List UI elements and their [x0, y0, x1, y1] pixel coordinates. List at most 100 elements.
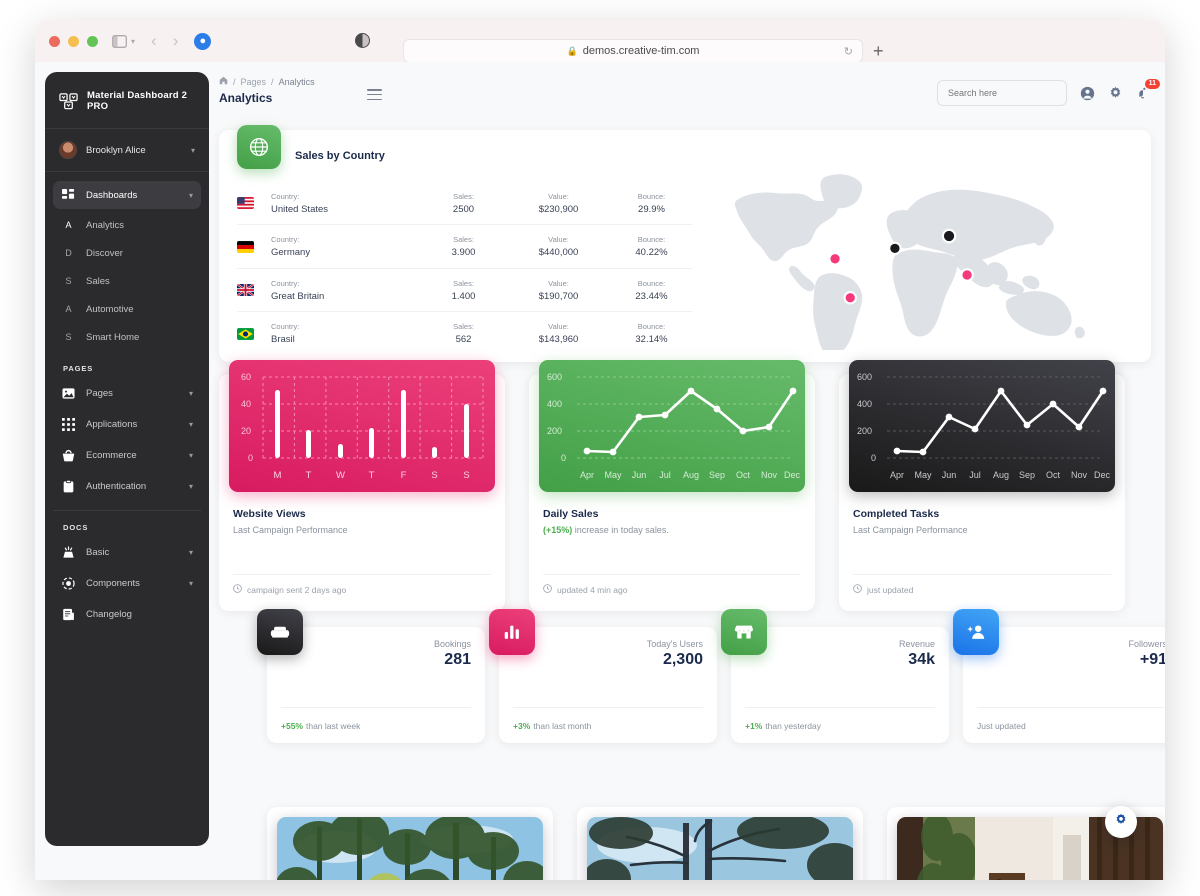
minimize-window-button[interactable] — [68, 35, 79, 47]
sidebar-subitem-letter: A — [65, 220, 72, 230]
shield-icon[interactable]: ● — [194, 32, 212, 50]
sidebar-item-label: Sales — [86, 275, 110, 287]
flag-gb — [237, 267, 271, 312]
cell-value: $440,000 — [538, 247, 579, 259]
gear-icon[interactable] — [1108, 86, 1123, 101]
col-header-sales: Sales: — [453, 322, 474, 332]
delta-value: (+15%) — [543, 525, 573, 535]
card-meta: Daily Sales (+15%) increase in today sal… — [529, 492, 815, 535]
user-profile-row[interactable]: Brooklyn Alice ▾ — [45, 129, 209, 172]
stat-card-bookings: Bookings 281 +55% than last week — [257, 609, 485, 743]
back-button[interactable]: ‹ — [151, 31, 157, 51]
sidebar-item-dashboards[interactable]: Dashboards ▾ — [53, 181, 201, 209]
brand-name: Material Dashboard 2 PRO — [87, 90, 188, 112]
x-tick: Jun — [632, 470, 647, 480]
website-views-chart[interactable]: 60 40 20 0 M T W T F S S — [229, 360, 495, 492]
close-window-button[interactable] — [49, 35, 60, 47]
card-subtitle: Last Campaign Performance — [233, 525, 348, 535]
clock-icon — [233, 584, 242, 595]
reload-icon[interactable]: ↻ — [844, 45, 853, 58]
table-row[interactable]: Country: Great Britain Sales: 1.400 Valu… — [237, 267, 692, 312]
completed-tasks-chart[interactable]: 600 400 200 0 Apr May Jun Jul Aug Sep Oc… — [849, 360, 1115, 492]
modern-building-photo[interactable] — [587, 817, 853, 880]
sidebar-item-label: Authentication — [86, 480, 147, 492]
clock-icon — [853, 584, 862, 595]
new-tab-button[interactable]: + — [873, 41, 884, 62]
footer-text: updated 4 min ago — [557, 584, 628, 595]
forward-button[interactable]: › — [173, 31, 179, 51]
sidebar-item-ecommerce[interactable]: Ecommerce ▾ — [53, 441, 201, 469]
x-tick: Sep — [709, 470, 725, 480]
table-row[interactable]: Country: Germany Sales: 3.900 Value: $44… — [237, 224, 692, 269]
line-series — [585, 389, 795, 454]
sidebar-item-authentication[interactable]: Authentication ▾ — [53, 472, 201, 500]
breadcrumb-section[interactable]: Pages — [241, 77, 267, 87]
x-tick: Dec — [1094, 470, 1111, 480]
sidebar-item-components[interactable]: Components ▾ — [53, 569, 201, 597]
house-with-trees-photo[interactable] — [277, 817, 543, 880]
world-map[interactable] — [692, 174, 1151, 356]
col-header-value: Value: — [548, 278, 569, 288]
account-circle-icon[interactable] — [1080, 86, 1095, 101]
card-title: Website Views — [233, 508, 306, 520]
sidebar-item-smart-home[interactable]: S Smart Home — [53, 324, 201, 350]
search-input[interactable] — [937, 80, 1067, 106]
address-bar[interactable]: 🔒 demos.creative-tim.com ↻ — [403, 39, 863, 63]
stat-card-followers: Followers +91 Just updated — [953, 609, 1165, 743]
sidebar: Material Dashboard 2 PRO Brooklyn Alice … — [45, 72, 209, 846]
flag-de — [237, 224, 271, 269]
cell-value: $143,960 — [538, 334, 579, 346]
sidebar-item-pages[interactable]: Pages ▾ — [53, 379, 201, 407]
maximize-window-button[interactable] — [87, 35, 98, 47]
stat-footer: +55% than last week — [281, 707, 471, 743]
reader-mode-icon[interactable] — [355, 33, 370, 48]
stat-values: Bookings 281 — [434, 639, 471, 669]
sidebar-item-label: Smart Home — [86, 331, 140, 343]
y-tick: 0 — [248, 453, 253, 463]
stat-delta: +55% — [281, 720, 303, 731]
settings-fab-button[interactable] — [1105, 806, 1137, 838]
home-icon[interactable] — [219, 76, 228, 87]
cell-country: United States — [271, 203, 329, 215]
daily-sales-chart[interactable]: 600 400 200 0 Apr May Jun Jul Aug Sep Oc… — [539, 360, 805, 492]
bar-series — [275, 390, 469, 458]
sidebar-item-applications[interactable]: Applications ▾ — [53, 410, 201, 438]
sidebar-item-analytics[interactable]: A Analytics — [53, 212, 201, 238]
window-controls[interactable] — [49, 35, 98, 47]
gear-icon — [1114, 813, 1128, 832]
col-header-value: Value: — [548, 322, 569, 332]
x-tick: Aug — [683, 470, 699, 480]
y-tick: 400 — [547, 399, 562, 409]
sidebar-item-discover[interactable]: D Discover — [53, 240, 201, 266]
topbar-actions: 11 — [937, 78, 1160, 106]
hamburger-icon[interactable] — [367, 89, 382, 103]
sidebar-item-label: Automotive — [86, 303, 134, 315]
y-tick: 60 — [241, 372, 251, 382]
table-row[interactable]: Country: Brasil Sales: 562 Value: $143,9… — [237, 311, 692, 355]
chevron-down-icon: ▾ — [188, 578, 193, 588]
globe-icon — [237, 125, 281, 169]
col-header-country: Country: — [271, 278, 300, 288]
x-tick: S — [431, 470, 437, 481]
browser-chrome: ▾ ‹ › ● 🔒 demos.creative-tim.com ↻ + — [35, 20, 1165, 63]
x-tick: Nov — [761, 470, 778, 480]
table-row[interactable]: Country: United States Sales: 2500 Value… — [237, 182, 692, 225]
bell-icon[interactable]: 11 — [1136, 78, 1160, 101]
brand[interactable]: Material Dashboard 2 PRO — [45, 72, 209, 129]
sidebar-item-label: Ecommerce — [86, 449, 137, 461]
sidebar-item-basic[interactable]: Basic ▾ — [53, 538, 201, 566]
cell-bounce: 32.14% — [635, 334, 668, 346]
sidebar-item-sales[interactable]: S Sales — [53, 268, 201, 294]
x-tick: Apr — [580, 470, 594, 480]
person-add-icon — [953, 609, 999, 655]
x-tick: Nov — [1071, 470, 1088, 480]
sidebar-item-changelog[interactable]: Changelog — [53, 600, 201, 628]
x-tick: T — [369, 470, 375, 481]
chevron-down-icon: ▾ — [188, 388, 193, 398]
col-header-country: Country: — [271, 322, 300, 332]
breadcrumb-sep: / — [271, 76, 274, 87]
sidebar-toggle-icon[interactable]: ▾ — [112, 34, 135, 48]
completed-tasks-card: 600 400 200 0 Apr May Jun Jul Aug Sep Oc… — [839, 360, 1125, 611]
sidebar-item-automotive[interactable]: A Automotive — [53, 296, 201, 322]
sidebar-subitem-letter: A — [65, 304, 72, 314]
